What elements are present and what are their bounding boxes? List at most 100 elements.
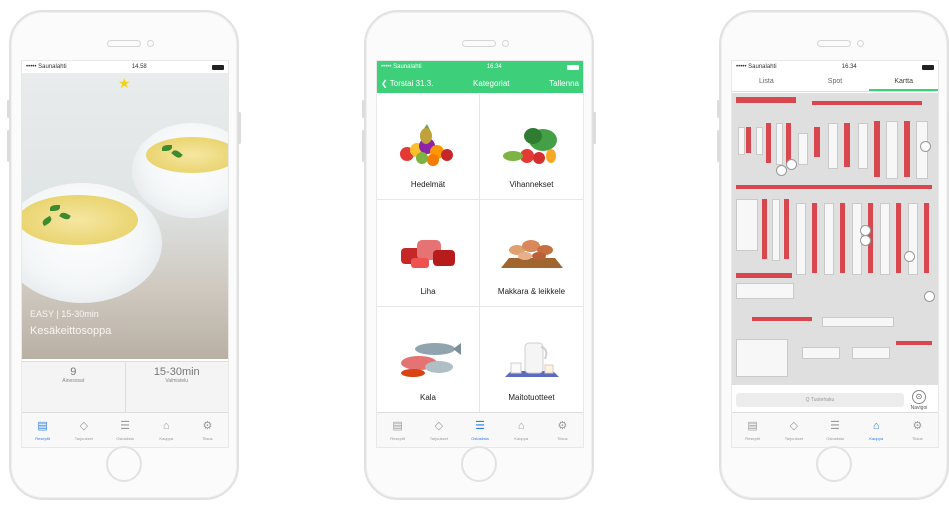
tab-label: Reseptit: [390, 435, 405, 441]
shelf: [772, 199, 780, 261]
shelf: [822, 317, 894, 327]
tab-tilaus[interactable]: ⚙ Tilaus: [542, 413, 583, 447]
product-pin[interactable]: [904, 251, 915, 262]
category-name: Vihannekset: [509, 180, 554, 190]
tab-kauppa[interactable]: ⌂ Kauppa: [501, 413, 542, 447]
category-cell[interactable]: Hedelmät: [377, 94, 480, 201]
shelf: [736, 199, 758, 251]
battery-icon: [566, 64, 579, 70]
navigate-button[interactable]: ⊙ Navigoi: [904, 389, 934, 411]
segment-lista[interactable]: Lista: [732, 73, 801, 91]
camera: [147, 40, 154, 47]
volume-down-button: [7, 130, 10, 162]
battery-icon: [921, 64, 934, 70]
tab-tilaus[interactable]: ⚙ Tilaus: [187, 413, 228, 447]
shelf: [896, 341, 932, 345]
favorite-star-icon[interactable]: ★: [118, 75, 131, 92]
tab-ostoslista[interactable]: ☰ Ostoslista: [814, 413, 855, 447]
ingredient-count: 9 Ainesosat: [62, 366, 85, 384]
tab-reseptit[interactable]: ▤ Reseptit: [732, 413, 773, 447]
product-pin[interactable]: [924, 291, 935, 302]
shelf: [752, 317, 812, 321]
camera: [857, 40, 864, 47]
category-cell[interactable]: Maitotuotteet: [480, 307, 583, 413]
category-cell[interactable]: Kala: [377, 306, 480, 413]
store-map[interactable]: [732, 93, 938, 385]
shelf: [840, 203, 845, 273]
power-button: [593, 112, 596, 144]
volume-down-button: [717, 130, 720, 162]
list-icon: ☰: [830, 419, 840, 432]
tab-tarjoukset[interactable]: ◇ Tarjoukset: [63, 413, 104, 447]
shelf: [784, 199, 789, 259]
segmented-control: Lista Spot Kartta: [732, 73, 938, 92]
segment-kartta[interactable]: Kartta: [869, 73, 938, 91]
shelf: [736, 273, 792, 278]
tab-bar: ▤ Reseptit ◇ Tarjoukset ☰ Ostoslista ⌂ Kauppa ⚙ T…: [732, 412, 938, 447]
sausage-icon: [500, 240, 563, 269]
back-button[interactable]: ❮ Torstai 31.3.: [381, 79, 433, 88]
status-bar: ••••• Saunalahti 16.34: [377, 61, 583, 73]
recipe-photo: EASY | 15-30min Kesäkeittosoppa: [22, 73, 228, 359]
tab-kauppa[interactable]: ⌂ Kauppa: [856, 413, 897, 447]
carrier-label: ••••• Saunalahti: [381, 64, 422, 70]
power-button: [238, 112, 241, 144]
home-button[interactable]: [106, 446, 142, 482]
shelf: [776, 123, 783, 165]
tab-ostoslista[interactable]: ☰ Ostoslista: [459, 413, 500, 447]
nav-bar: ❮ Torstai 31.3. Kategoriat Tallenna: [377, 73, 583, 93]
shelf: [736, 185, 932, 189]
save-button[interactable]: Tallenna: [549, 79, 579, 88]
tab-kauppa[interactable]: ⌂ Kauppa: [146, 413, 187, 447]
gear-icon: ⚙: [202, 419, 213, 432]
category-cell[interactable]: Liha: [377, 200, 480, 307]
volume-up-button: [7, 100, 10, 118]
category-name: Hedelmät: [410, 180, 446, 190]
category-name: Liha: [420, 286, 436, 296]
home-button[interactable]: [816, 446, 852, 482]
tab-label: Ostoslista: [471, 435, 489, 441]
recipe-difficulty: EASY | 15-30min: [30, 309, 99, 319]
tab-tarjoukset[interactable]: ◇ Tarjoukset: [773, 413, 814, 447]
product-pin[interactable]: [860, 235, 871, 246]
volume-up-button: [717, 100, 720, 118]
fruit-icon: [400, 124, 453, 166]
shelf: [802, 347, 840, 359]
list-icon: ☰: [475, 419, 485, 432]
tab-reseptit[interactable]: ▤ Reseptit: [22, 413, 63, 447]
shelf: [852, 347, 890, 359]
volume-down-button: [362, 130, 365, 162]
product-pin[interactable]: [776, 165, 787, 176]
chevron-left-icon: ❮: [381, 78, 390, 88]
shelf: [886, 121, 898, 179]
tab-ostoslista[interactable]: ☰ Ostoslista: [104, 413, 145, 447]
shelf: [874, 121, 880, 177]
tab-reseptit[interactable]: ▤ Reseptit: [377, 413, 418, 447]
product-pin[interactable]: [920, 141, 931, 152]
tab-label: Tilaus: [912, 435, 923, 441]
category-name: Maitotuotteet: [508, 393, 555, 402]
tab-tilaus[interactable]: ⚙ Tilaus: [897, 413, 938, 447]
category-name: Kala: [419, 393, 436, 402]
gear-icon: ⚙: [912, 419, 923, 432]
home-button[interactable]: [461, 446, 497, 482]
store-icon: ⌂: [162, 419, 170, 432]
category-cell[interactable]: Makkara & leikkele: [480, 200, 583, 307]
product-pin[interactable]: [786, 159, 797, 170]
shelf: [812, 101, 922, 105]
category-cell[interactable]: Vihannekset: [480, 94, 583, 201]
map-screen: ••••• Saunalahti 16.34 Lista Spot Kartta: [731, 60, 939, 448]
product-search-input[interactable]: Q Tuotehaku: [736, 393, 904, 407]
tab-label: Reseptit: [35, 435, 50, 441]
shelf: [908, 203, 918, 275]
tab-tarjoukset[interactable]: ◇ Tarjoukset: [418, 413, 459, 447]
segment-spot[interactable]: Spot: [801, 73, 870, 91]
recipe-screen: ••••• Saunalahti 14.58 EASY | 15-30min K…: [21, 60, 229, 448]
shelf: [736, 97, 796, 103]
header: ••••• Saunalahti 16.34 ❮ Torstai 31.3. K…: [377, 61, 583, 93]
meat-icon: [401, 240, 455, 269]
shelf: [786, 123, 791, 163]
shelf: [746, 127, 751, 153]
target-icon: ⊙: [912, 389, 926, 404]
tab-bar: ▤ Reseptit ◇ Tarjoukset ☰ Ostoslista ⌂ Kauppa ⚙ T…: [377, 412, 583, 447]
